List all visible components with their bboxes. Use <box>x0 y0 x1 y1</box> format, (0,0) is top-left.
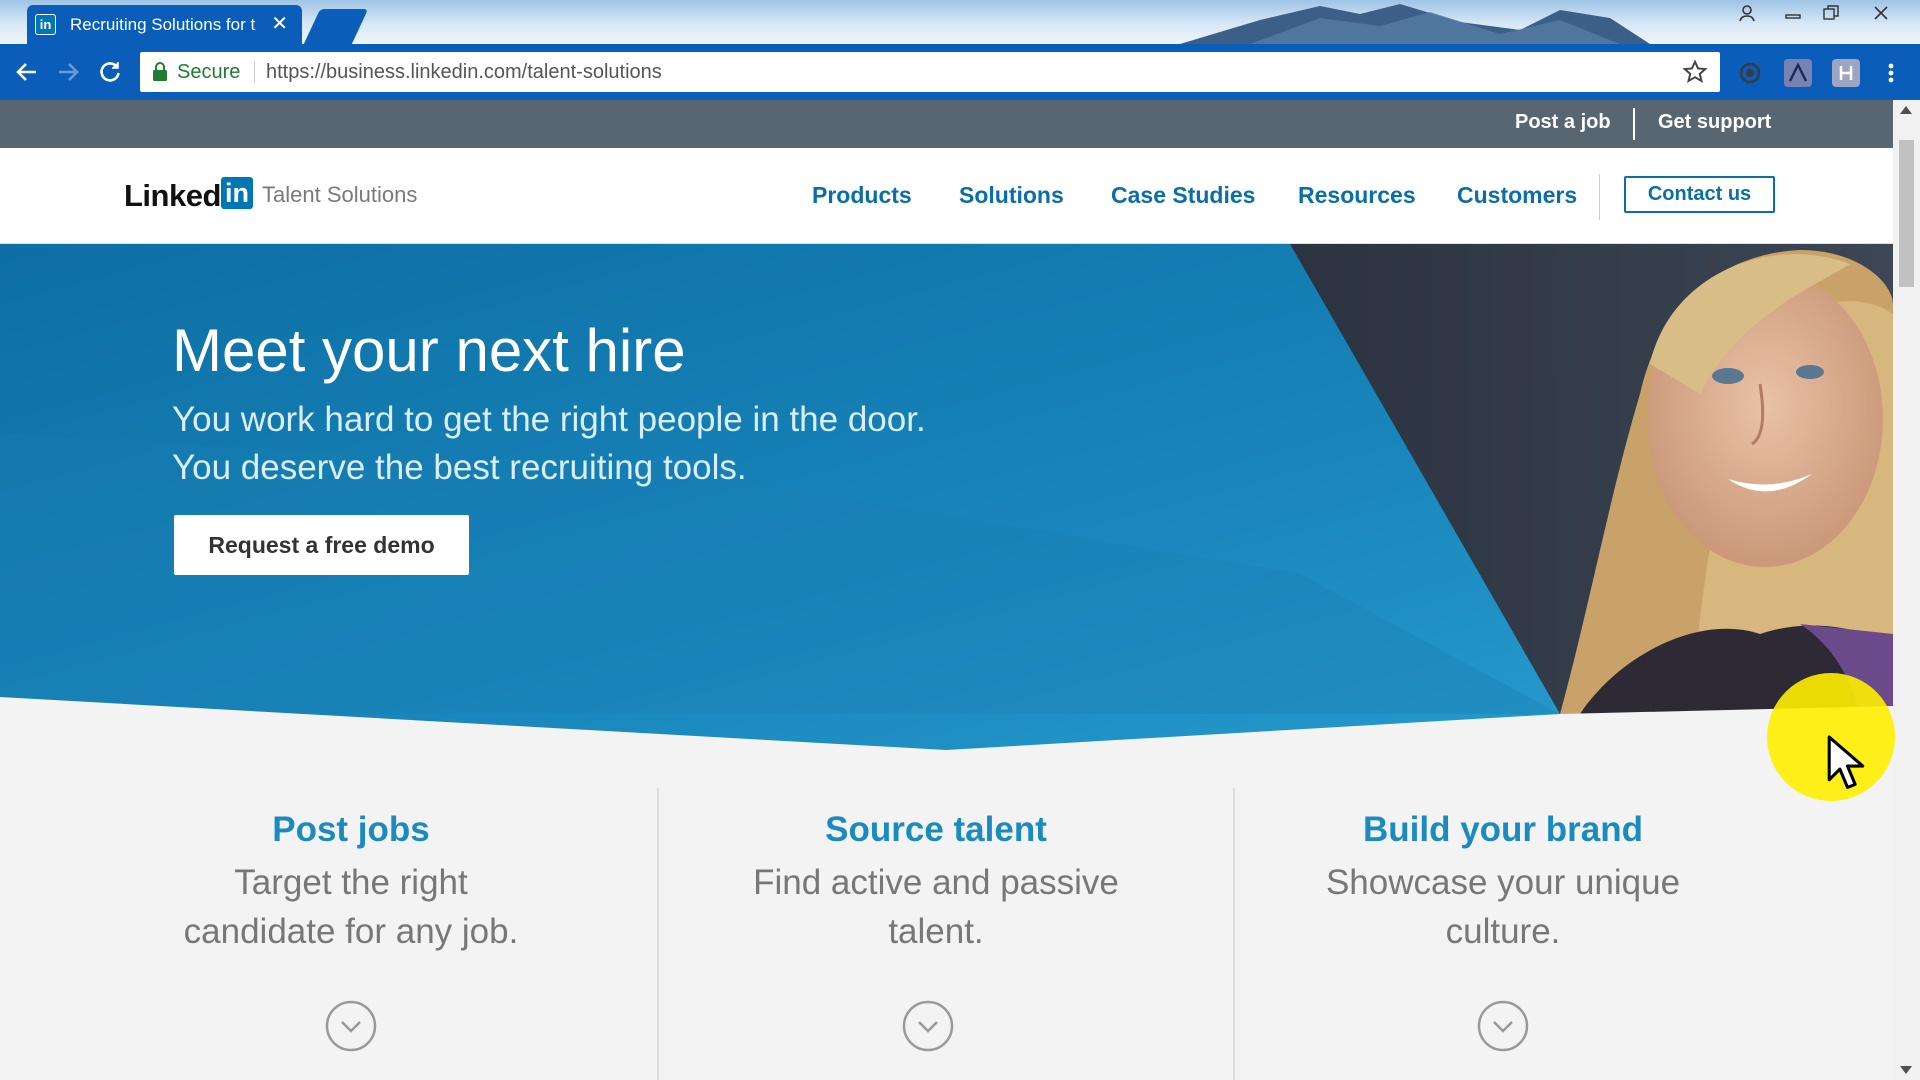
mouse-pointer-icon <box>1827 735 1865 789</box>
linkedin-favicon-icon: in <box>35 14 56 35</box>
post-a-job-link[interactable]: Post a job <box>1515 111 1611 134</box>
extension-sync-icon[interactable] <box>1736 59 1764 87</box>
main-navigation: Linked in Talent Solutions Products Solu… <box>0 148 1893 244</box>
feature-description: Find active and passive talent. <box>656 858 1216 956</box>
page-scrollbar[interactable] <box>1893 100 1920 1080</box>
bookmark-star-icon[interactable] <box>1682 59 1708 85</box>
scroll-down-arrow-icon[interactable] <box>1900 1066 1912 1074</box>
restore-button[interactable] <box>1812 0 1850 26</box>
talent-solutions-label: Talent Solutions <box>262 182 418 207</box>
scroll-up-arrow-icon[interactable] <box>1900 106 1912 114</box>
linkedin-logo-icon[interactable]: in <box>221 177 253 209</box>
chevron-down-circle-icon[interactable] <box>902 1000 954 1052</box>
feature-title[interactable]: Build your brand <box>1223 810 1783 850</box>
feature-description: Target the right candidate for any job. <box>71 858 631 956</box>
minimize-button[interactable] <box>1774 0 1812 26</box>
address-bar[interactable]: Secure https://business.linkedin.com/tal… <box>140 52 1720 92</box>
forward-arrow-icon[interactable] <box>52 56 84 88</box>
get-support-link[interactable]: Get support <box>1658 111 1771 134</box>
omnibox-divider <box>254 61 255 83</box>
feature-desc-line: Showcase your unique <box>1325 863 1681 902</box>
hero-subtitle: You work hard to get the right people in… <box>172 396 926 492</box>
utility-divider <box>1633 108 1635 140</box>
nav-item-customers[interactable]: Customers <box>1457 182 1577 209</box>
feature-desc-line: candidate for any job. <box>183 912 519 951</box>
close-window-button[interactable] <box>1862 0 1900 26</box>
contact-us-button[interactable]: Contact us <box>1624 176 1775 213</box>
feature-description: Showcase your unique culture. <box>1223 858 1783 956</box>
browser-tab[interactable]: in Recruiting Solutions for t ✕ <box>27 5 302 44</box>
hero-subtitle-line-1: You work hard to get the right people in… <box>172 400 926 439</box>
lock-icon <box>153 62 167 81</box>
nav-item-solutions[interactable]: Solutions <box>959 182 1064 209</box>
feature-title[interactable]: Post jobs <box>71 810 631 850</box>
nav-item-case-studies[interactable]: Case Studies <box>1111 182 1255 209</box>
nav-divider <box>1599 174 1600 220</box>
hero-title: Meet your next hire <box>172 317 686 384</box>
scrollbar-thumb[interactable] <box>1899 140 1914 287</box>
tab-title: Recruiting Solutions for t <box>70 14 256 34</box>
feature-desc-line: Target the right <box>234 863 468 902</box>
secure-label: Secure <box>177 61 241 83</box>
user-profile-icon[interactable] <box>1728 0 1766 26</box>
nav-item-products[interactable]: Products <box>812 182 912 209</box>
browser-titlebar: in Recruiting Solutions for t ✕ <box>0 0 1920 44</box>
extension-pdf-icon[interactable] <box>1784 59 1812 87</box>
feature-desc-line: talent. <box>888 912 984 951</box>
reload-icon[interactable] <box>94 56 126 88</box>
chevron-down-circle-icon[interactable] <box>325 1000 377 1052</box>
back-arrow-icon[interactable] <box>11 56 43 88</box>
linkedin-wordmark[interactable]: Linked <box>124 178 221 214</box>
hero-banner: Meet your next hire You work hard to get… <box>0 244 1893 754</box>
extension-shield-icon[interactable] <box>1832 59 1860 87</box>
feature-title[interactable]: Source talent <box>656 810 1216 850</box>
request-demo-button[interactable]: Request a free demo <box>174 515 469 575</box>
chevron-down-circle-icon[interactable] <box>1477 1000 1529 1052</box>
url-text[interactable]: https://business.linkedin.com/talent-sol… <box>266 61 662 84</box>
feature-desc-line: Find active and passive <box>753 863 1119 902</box>
features-section: Post jobs Target the right candidate for… <box>0 754 1893 1080</box>
browser-menu-icon[interactable] <box>1880 59 1902 87</box>
nav-item-resources[interactable]: Resources <box>1298 182 1416 209</box>
utility-bar: Post a job Get support <box>0 100 1893 148</box>
feature-desc-line: culture. <box>1445 912 1561 951</box>
tab-close-icon[interactable]: ✕ <box>271 13 288 35</box>
hero-subtitle-line-2: You deserve the best recruiting tools. <box>172 448 747 487</box>
